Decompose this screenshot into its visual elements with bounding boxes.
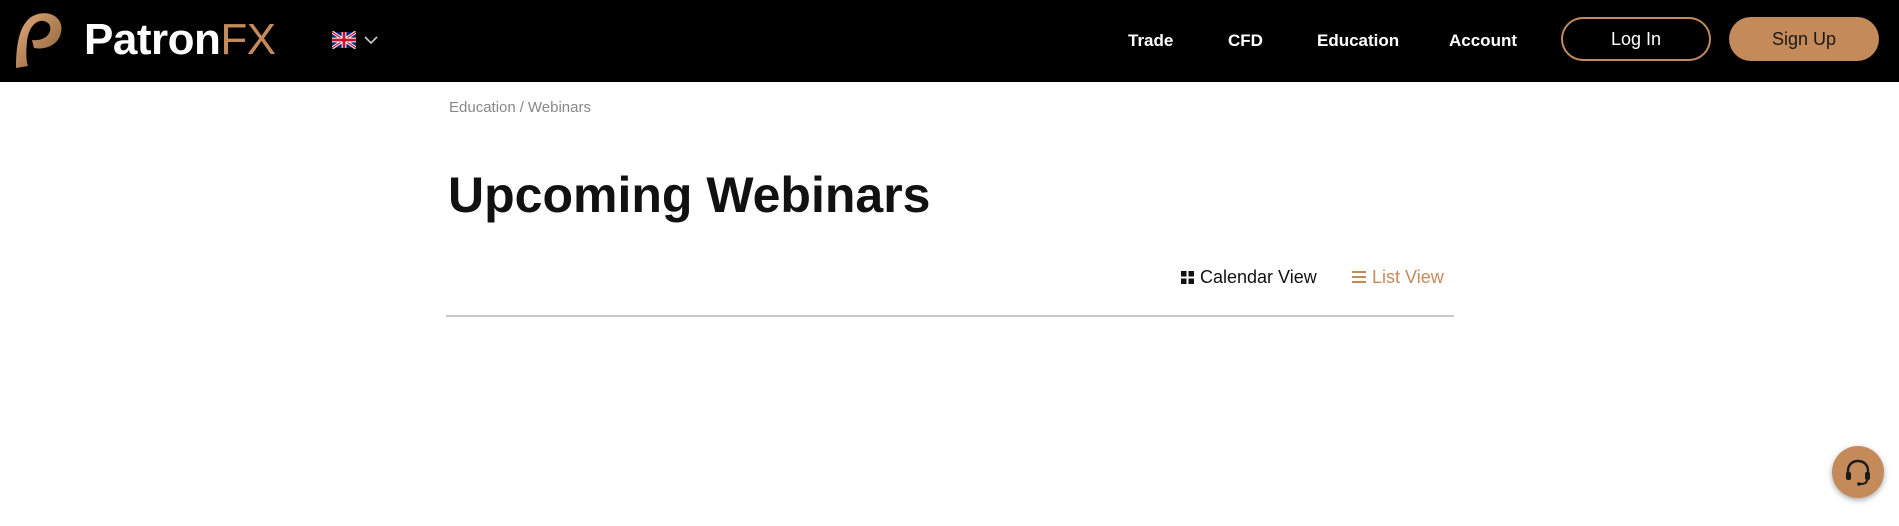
brand-name-accent: FX [220, 15, 276, 64]
nav-item-account[interactable]: Account [1449, 0, 1517, 82]
nav-item-cfd[interactable]: CFD [1228, 0, 1263, 82]
language-selector[interactable] [332, 28, 378, 52]
breadcrumb: Education / Webinars [449, 99, 591, 116]
login-button[interactable]: Log In [1561, 17, 1711, 61]
chevron-down-icon [364, 36, 378, 45]
list-icon [1352, 271, 1366, 283]
breadcrumb-webinars[interactable]: Webinars [528, 99, 591, 116]
list-view-toggle[interactable]: List View [1352, 266, 1444, 288]
uk-flag-icon [332, 31, 356, 49]
calendar-view-label: Calendar View [1200, 266, 1317, 287]
brand-name-primary: Patron [84, 15, 221, 64]
breadcrumb-separator: / [519, 99, 524, 116]
support-chat-button[interactable] [1832, 446, 1884, 498]
list-view-label: List View [1372, 266, 1444, 287]
breadcrumb-education[interactable]: Education [449, 99, 516, 116]
brand-logo[interactable]: PatronFX [12, 10, 276, 70]
headset-icon [1846, 459, 1870, 486]
patron-logo-icon [16, 13, 62, 68]
nav-item-education[interactable]: Education [1317, 0, 1399, 82]
signup-button[interactable]: Sign Up [1729, 17, 1879, 61]
calendar-view-toggle[interactable]: Calendar View [1181, 266, 1317, 288]
page-title: Upcoming Webinars [448, 167, 931, 223]
site-header: PatronFX Trade CFD Education Account Log… [0, 0, 1899, 82]
content-divider [446, 315, 1454, 317]
grid-icon [1181, 270, 1194, 284]
brand-wordmark: PatronFX [84, 18, 276, 62]
nav-item-trade[interactable]: Trade [1128, 0, 1173, 82]
